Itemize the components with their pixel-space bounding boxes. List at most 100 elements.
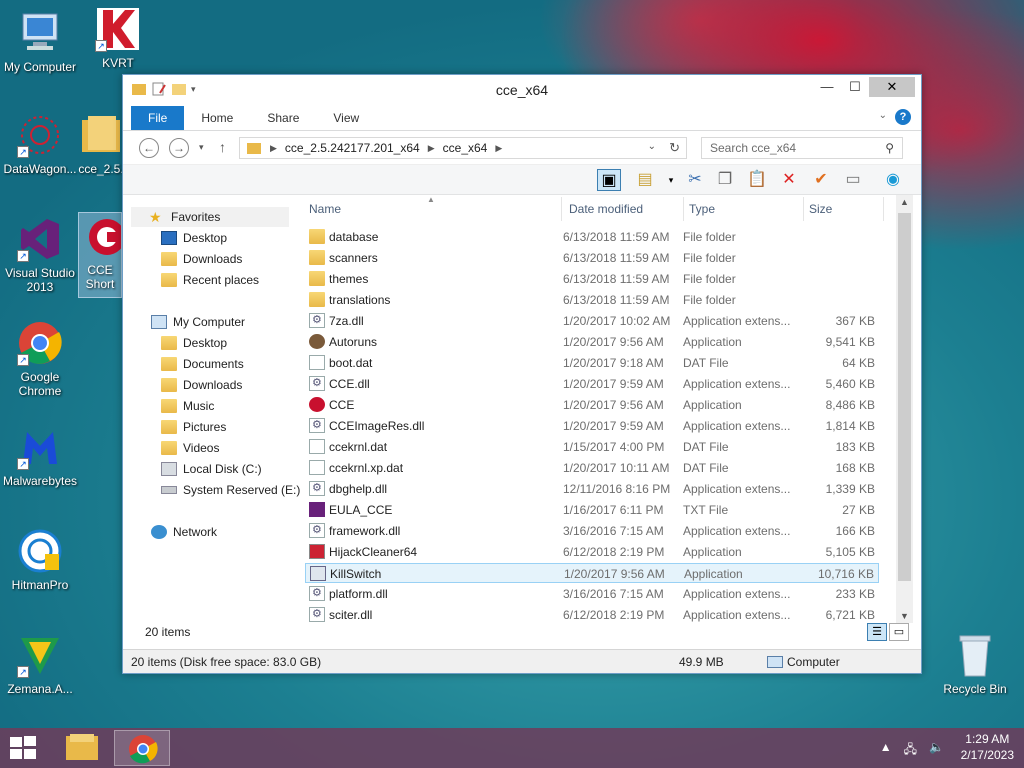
table-row[interactable]: EULA_CCE 1/16/2017 6:11 PM TXT File 27 KB	[305, 500, 879, 520]
table-row[interactable]: ccekrnl.dat 1/15/2017 4:00 PM DAT File 183 …	[305, 437, 879, 457]
table-row[interactable]: database 6/13/2018 11:59 AM File folder	[305, 227, 879, 247]
breadcrumb-arrow-icon[interactable]: ▶	[270, 143, 277, 154]
nav-my-computer[interactable]: My Computer	[151, 312, 245, 332]
table-row[interactable]: ccekrnl.xp.dat 1/20/2017 10:11 AM DAT File…	[305, 458, 879, 478]
up-button[interactable]: ↑	[219, 139, 226, 155]
folder-icon	[309, 229, 325, 244]
network-status-icon[interactable]: 🖧	[904, 740, 917, 761]
nav-videos[interactable]: Videos	[161, 438, 219, 458]
desktop-icon-datawagon[interactable]: ↗ DataWagon...	[0, 112, 80, 176]
tab-share[interactable]: Share	[250, 106, 316, 130]
nav-downloads[interactable]: Downloads	[161, 375, 242, 395]
details-view-icon[interactable]: ☰	[867, 623, 887, 641]
table-row[interactable]: themes 6/13/2018 11:59 AM File folder	[305, 269, 879, 289]
scroll-up-icon[interactable]: ▲	[896, 197, 913, 207]
address-dropdown-icon[interactable]: ⌄	[648, 141, 656, 152]
nav-recent-places[interactable]: Recent places	[161, 270, 259, 290]
tab-view[interactable]: View	[316, 106, 376, 130]
column-divider[interactable]	[803, 197, 804, 221]
table-row[interactable]: dbghelp.dll 12/11/2016 8:16 PM Application…	[305, 479, 879, 499]
nav-desktop[interactable]: Desktop	[161, 228, 227, 248]
tab-home[interactable]: Home	[184, 106, 250, 130]
options-dropdown-icon[interactable]: ▾	[659, 169, 683, 191]
table-row[interactable]: CCEImageRes.dll 1/20/2017 9:59 AM Applicat…	[305, 416, 879, 436]
back-button[interactable]: ←	[139, 138, 159, 158]
nav-network[interactable]: Network	[151, 522, 217, 542]
desktop-icon-zemana[interactable]: ↗ Zemana.A...	[0, 632, 80, 696]
nav-local-disk[interactable]: Local Disk (C:)	[161, 459, 262, 479]
desktop-icon-my-computer[interactable]: My Computer	[0, 10, 80, 74]
vertical-scrollbar[interactable]: ▲ ▼	[896, 195, 913, 623]
nav-favorites[interactable]: ★ Favorites	[131, 207, 289, 227]
table-row[interactable]: boot.dat 1/20/2017 9:18 AM DAT File 64 KB	[305, 353, 879, 373]
nav-pictures[interactable]: Pictures	[161, 417, 226, 437]
search-icon[interactable]: ⚲	[885, 138, 894, 158]
table-row[interactable]: Autoruns 1/20/2017 9:56 AM Application 9,54…	[305, 332, 879, 352]
tab-file[interactable]: File	[131, 106, 185, 130]
desktop-icon-visual-studio[interactable]: ↗ Visual Studio 2013	[0, 216, 80, 294]
computer-icon	[151, 315, 167, 329]
preview-pane-icon[interactable]: ▣	[597, 169, 621, 191]
taskbar-chrome[interactable]	[114, 730, 170, 766]
breadcrumb-segment[interactable]: cce_x64	[443, 141, 488, 155]
select-icon[interactable]: ▤	[633, 169, 657, 191]
column-divider[interactable]	[561, 197, 562, 221]
paste-icon[interactable]: 📋	[745, 169, 769, 191]
help-icon[interactable]: ?	[895, 109, 911, 125]
minimize-button[interactable]: —	[813, 77, 841, 97]
table-row[interactable]: framework.dll 3/16/2016 7:15 AM Applicatio…	[305, 521, 879, 541]
start-button[interactable]	[10, 736, 38, 760]
nav-downloads[interactable]: Downloads	[161, 249, 242, 269]
copy-icon[interactable]: ❐	[713, 169, 737, 191]
refresh-icon[interactable]: ↻	[669, 140, 680, 156]
breadcrumb-arrow-icon[interactable]: ▶	[428, 143, 435, 154]
nav-system-reserved[interactable]: System Reserved (E:)	[161, 480, 300, 500]
taskbar-file-explorer[interactable]	[54, 730, 110, 766]
column-size[interactable]: Size	[809, 202, 832, 216]
desktop-icon-recycle-bin[interactable]: Recycle Bin	[935, 632, 1015, 696]
recent-locations-icon[interactable]: ▾	[199, 142, 204, 153]
table-row[interactable]: CCE.dll 1/20/2017 9:59 AM Application exte…	[305, 374, 879, 394]
table-row[interactable]: HijackCleaner64 6/12/2018 2:19 PM Applicat…	[305, 542, 879, 562]
table-row[interactable]: 7za.dll 1/20/2017 10:02 AM Application ext…	[305, 311, 879, 331]
cut-icon[interactable]: ✂	[683, 169, 707, 191]
desktop-icon-kvrt[interactable]: ↗ KVRT	[78, 6, 158, 70]
table-row[interactable]: scanners 6/13/2018 11:59 AM File folder	[305, 248, 879, 268]
desktop-icon-chrome[interactable]: ↗ Google Chrome	[0, 320, 80, 398]
desktop-icon-hitmanpro[interactable]: HitmanPro	[0, 528, 80, 592]
network-globe-icon[interactable]: ◉	[881, 169, 905, 191]
column-divider[interactable]	[683, 197, 684, 221]
breadcrumb-segment[interactable]: cce_2.5.242177.201_x64	[285, 141, 420, 155]
properties-icon[interactable]: ▭	[841, 169, 865, 191]
scroll-thumb[interactable]	[898, 213, 911, 581]
desktop-icon-malwarebytes[interactable]: ↗ Malwarebytes	[0, 424, 80, 488]
nav-desktop[interactable]: Desktop	[161, 333, 227, 353]
search-input[interactable]: Search cce_x64 ⚲	[701, 137, 903, 159]
delete-icon[interactable]: ✕	[777, 169, 801, 191]
expand-ribbon-icon[interactable]: ⌄	[879, 110, 887, 121]
table-row[interactable]: CCE 1/20/2017 9:56 AM Application 8,486 KB	[305, 395, 879, 415]
column-name[interactable]: Name	[309, 202, 341, 216]
address-field[interactable]: ▶ cce_2.5.242177.201_x64 ▶ cce_x64 ▶ ⌄ ↻	[239, 137, 687, 159]
show-hidden-icons-icon[interactable]: ▲	[880, 740, 892, 761]
desktop-icon-cce-shortcut[interactable]: CCE Short	[78, 212, 122, 298]
column-type[interactable]: Type	[689, 202, 715, 216]
maximize-button[interactable]: ☐	[841, 77, 869, 97]
column-date-modified[interactable]: Date modified	[569, 202, 643, 216]
volume-icon[interactable]: 🔈	[929, 740, 944, 761]
forward-button[interactable]: →	[169, 138, 189, 158]
clock[interactable]: 1:29 AM 2/17/2023	[961, 732, 1014, 762]
nav-documents[interactable]: Documents	[161, 354, 244, 374]
nav-music[interactable]: Music	[161, 396, 214, 416]
large-icons-view-icon[interactable]: ▭	[889, 623, 909, 641]
table-row[interactable]: translations 6/13/2018 11:59 AM File folde…	[305, 290, 879, 310]
close-button[interactable]: ✕	[869, 77, 915, 97]
rename-icon[interactable]: ✔	[809, 169, 833, 191]
table-row[interactable]: KillSwitch 1/20/2017 9:56 AM Application 10…	[305, 563, 879, 583]
table-row[interactable]: platform.dll 3/16/2016 7:15 AM Application…	[305, 584, 879, 604]
desktop-icon-cce-folder[interactable]: cce_2.5.	[78, 112, 124, 176]
scroll-down-icon[interactable]: ▼	[896, 611, 913, 621]
breadcrumb-arrow-icon[interactable]: ▶	[495, 143, 502, 154]
table-row[interactable]: sciter.dll 6/12/2018 2:19 PM Application e…	[305, 605, 879, 625]
column-divider[interactable]	[883, 197, 884, 221]
